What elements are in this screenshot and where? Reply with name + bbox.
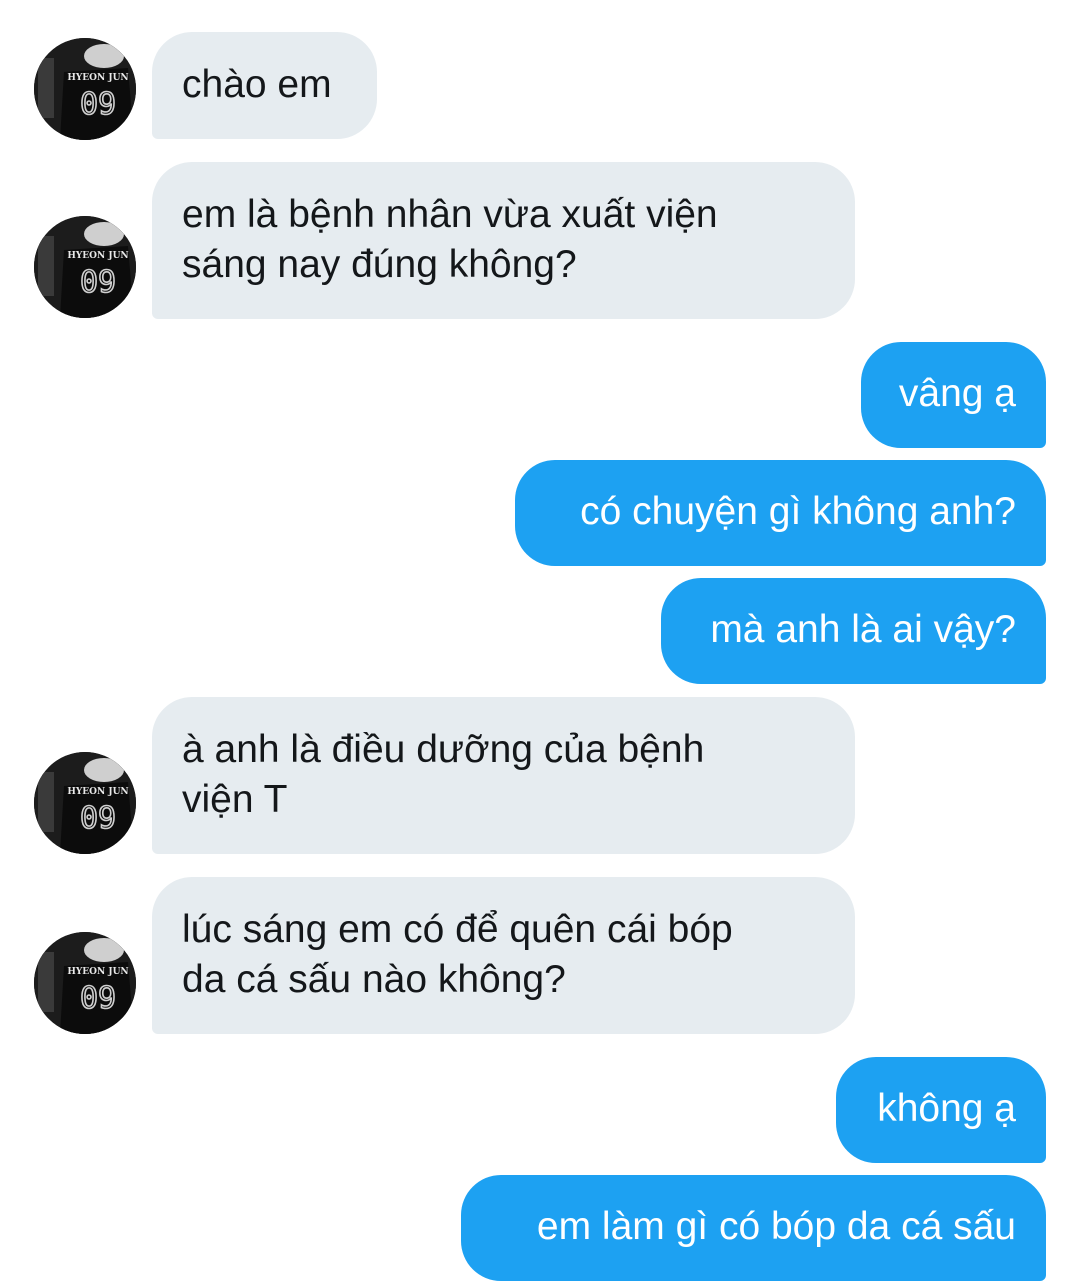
avatar[interactable]: HYEON JUN 09 — [34, 216, 136, 318]
incoming-message[interactable]: lúc sáng em có để quên cái bóp da cá sấu… — [152, 877, 855, 1034]
jersey-name: HYEON JUN — [67, 251, 128, 261]
outgoing-message[interactable]: không ạ — [836, 1057, 1046, 1163]
jersey-name: HYEON JUN — [67, 73, 128, 83]
outgoing-message[interactable]: mà anh là ai vậy? — [661, 578, 1046, 684]
jersey-number: 09 — [80, 801, 116, 836]
incoming-message[interactable]: à anh là điều dưỡng của bệnh viện T — [152, 697, 855, 854]
avatar[interactable]: HYEON JUN 09 — [34, 932, 136, 1034]
avatar[interactable]: HYEON JUN 09 — [34, 38, 136, 140]
jersey-number: 09 — [80, 265, 116, 300]
outgoing-message[interactable]: em làm gì có bóp da cá sấu — [461, 1175, 1046, 1281]
outgoing-message[interactable]: có chuyện gì không anh? — [515, 460, 1046, 566]
jersey-name: HYEON JUN — [67, 787, 128, 797]
incoming-message[interactable]: em là bệnh nhân vừa xuất viện sáng nay đ… — [152, 162, 855, 319]
outgoing-message[interactable]: vâng ạ — [861, 342, 1046, 448]
jersey-name: HYEON JUN — [67, 967, 128, 977]
incoming-message[interactable]: chào em — [152, 32, 377, 139]
avatar[interactable]: HYEON JUN 09 — [34, 752, 136, 854]
jersey-number: 09 — [80, 87, 116, 122]
jersey-number: 09 — [80, 981, 116, 1016]
